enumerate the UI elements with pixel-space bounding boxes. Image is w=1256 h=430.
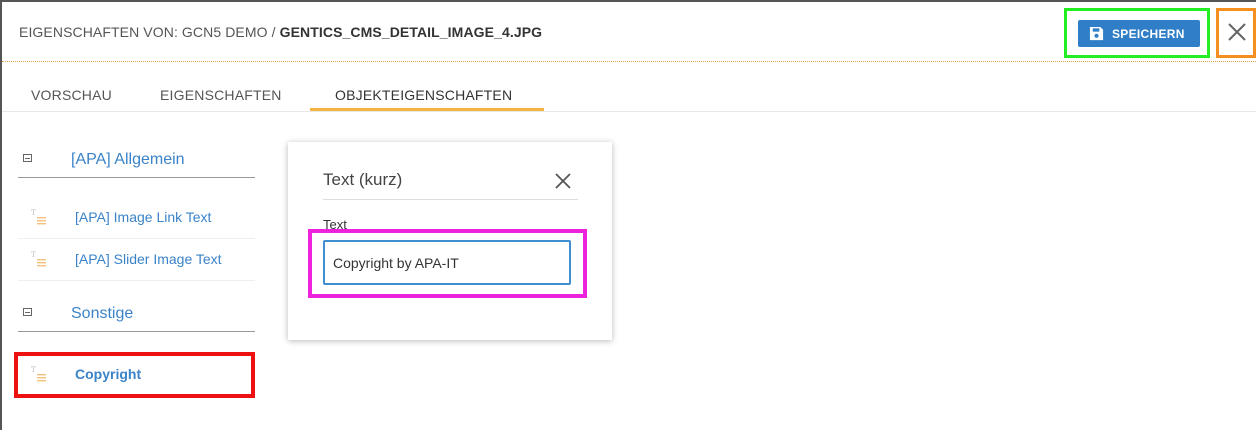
- save-button-label: SPEICHERN: [1112, 27, 1185, 41]
- text-property-icon: T: [31, 209, 46, 225]
- tab-objekteigenschaften[interactable]: OBJEKTEIGENSCHAFTEN: [335, 87, 512, 103]
- title-file-name: GENTICS_CMS_DETAIL_IMAGE_4.JPG: [279, 24, 543, 40]
- tab-bar: VORSCHAU EIGENSCHAFTEN OBJEKTEIGENSCHAFT…: [2, 62, 1256, 112]
- group-label: [APA] Allgemein: [71, 151, 185, 168]
- property-editor-card: Text (kurz) Text: [288, 142, 612, 340]
- close-icon[interactable]: [554, 172, 572, 190]
- sidebar-item-slider-image-text[interactable]: T [APA] Slider Image Text: [18, 239, 255, 281]
- text-property-icon: T: [31, 251, 46, 267]
- editor-divider: [323, 199, 578, 200]
- collapse-minus-icon[interactable]: [23, 308, 32, 316]
- selected-item-highlight-box: [14, 352, 255, 398]
- sidebar-item-label: [APA] Image Link Text: [75, 209, 212, 225]
- save-button[interactable]: SPEICHERN: [1078, 20, 1200, 47]
- close-icon[interactable]: [1226, 21, 1248, 43]
- floppy-disk-icon: [1089, 26, 1104, 41]
- svg-text:T: T: [31, 251, 36, 259]
- group-label: Sonstige: [71, 305, 134, 322]
- tab-eigenschaften[interactable]: EIGENSCHAFTEN: [160, 87, 282, 103]
- svg-text:T: T: [31, 209, 36, 217]
- collapse-minus-icon[interactable]: [23, 154, 32, 162]
- active-tab-indicator: [310, 108, 544, 111]
- group-header-apa-allgemein[interactable]: [APA] Allgemein: [18, 144, 255, 178]
- title-prefix: EIGENSCHAFTEN VON: GCN5 DEMO /: [19, 24, 280, 40]
- editor-title: Text (kurz): [323, 170, 403, 189]
- group-header-sonstige[interactable]: Sonstige: [18, 298, 255, 332]
- sidebar-item-image-link-text[interactable]: T [APA] Image Link Text: [18, 197, 255, 239]
- page-title: EIGENSCHAFTEN VON: GCN5 DEMO / GENTICS_C…: [19, 24, 542, 40]
- sidebar-item-label: [APA] Slider Image Text: [75, 251, 222, 267]
- tab-vorschau[interactable]: VORSCHAU: [31, 87, 112, 103]
- copyright-text-input[interactable]: [323, 240, 571, 285]
